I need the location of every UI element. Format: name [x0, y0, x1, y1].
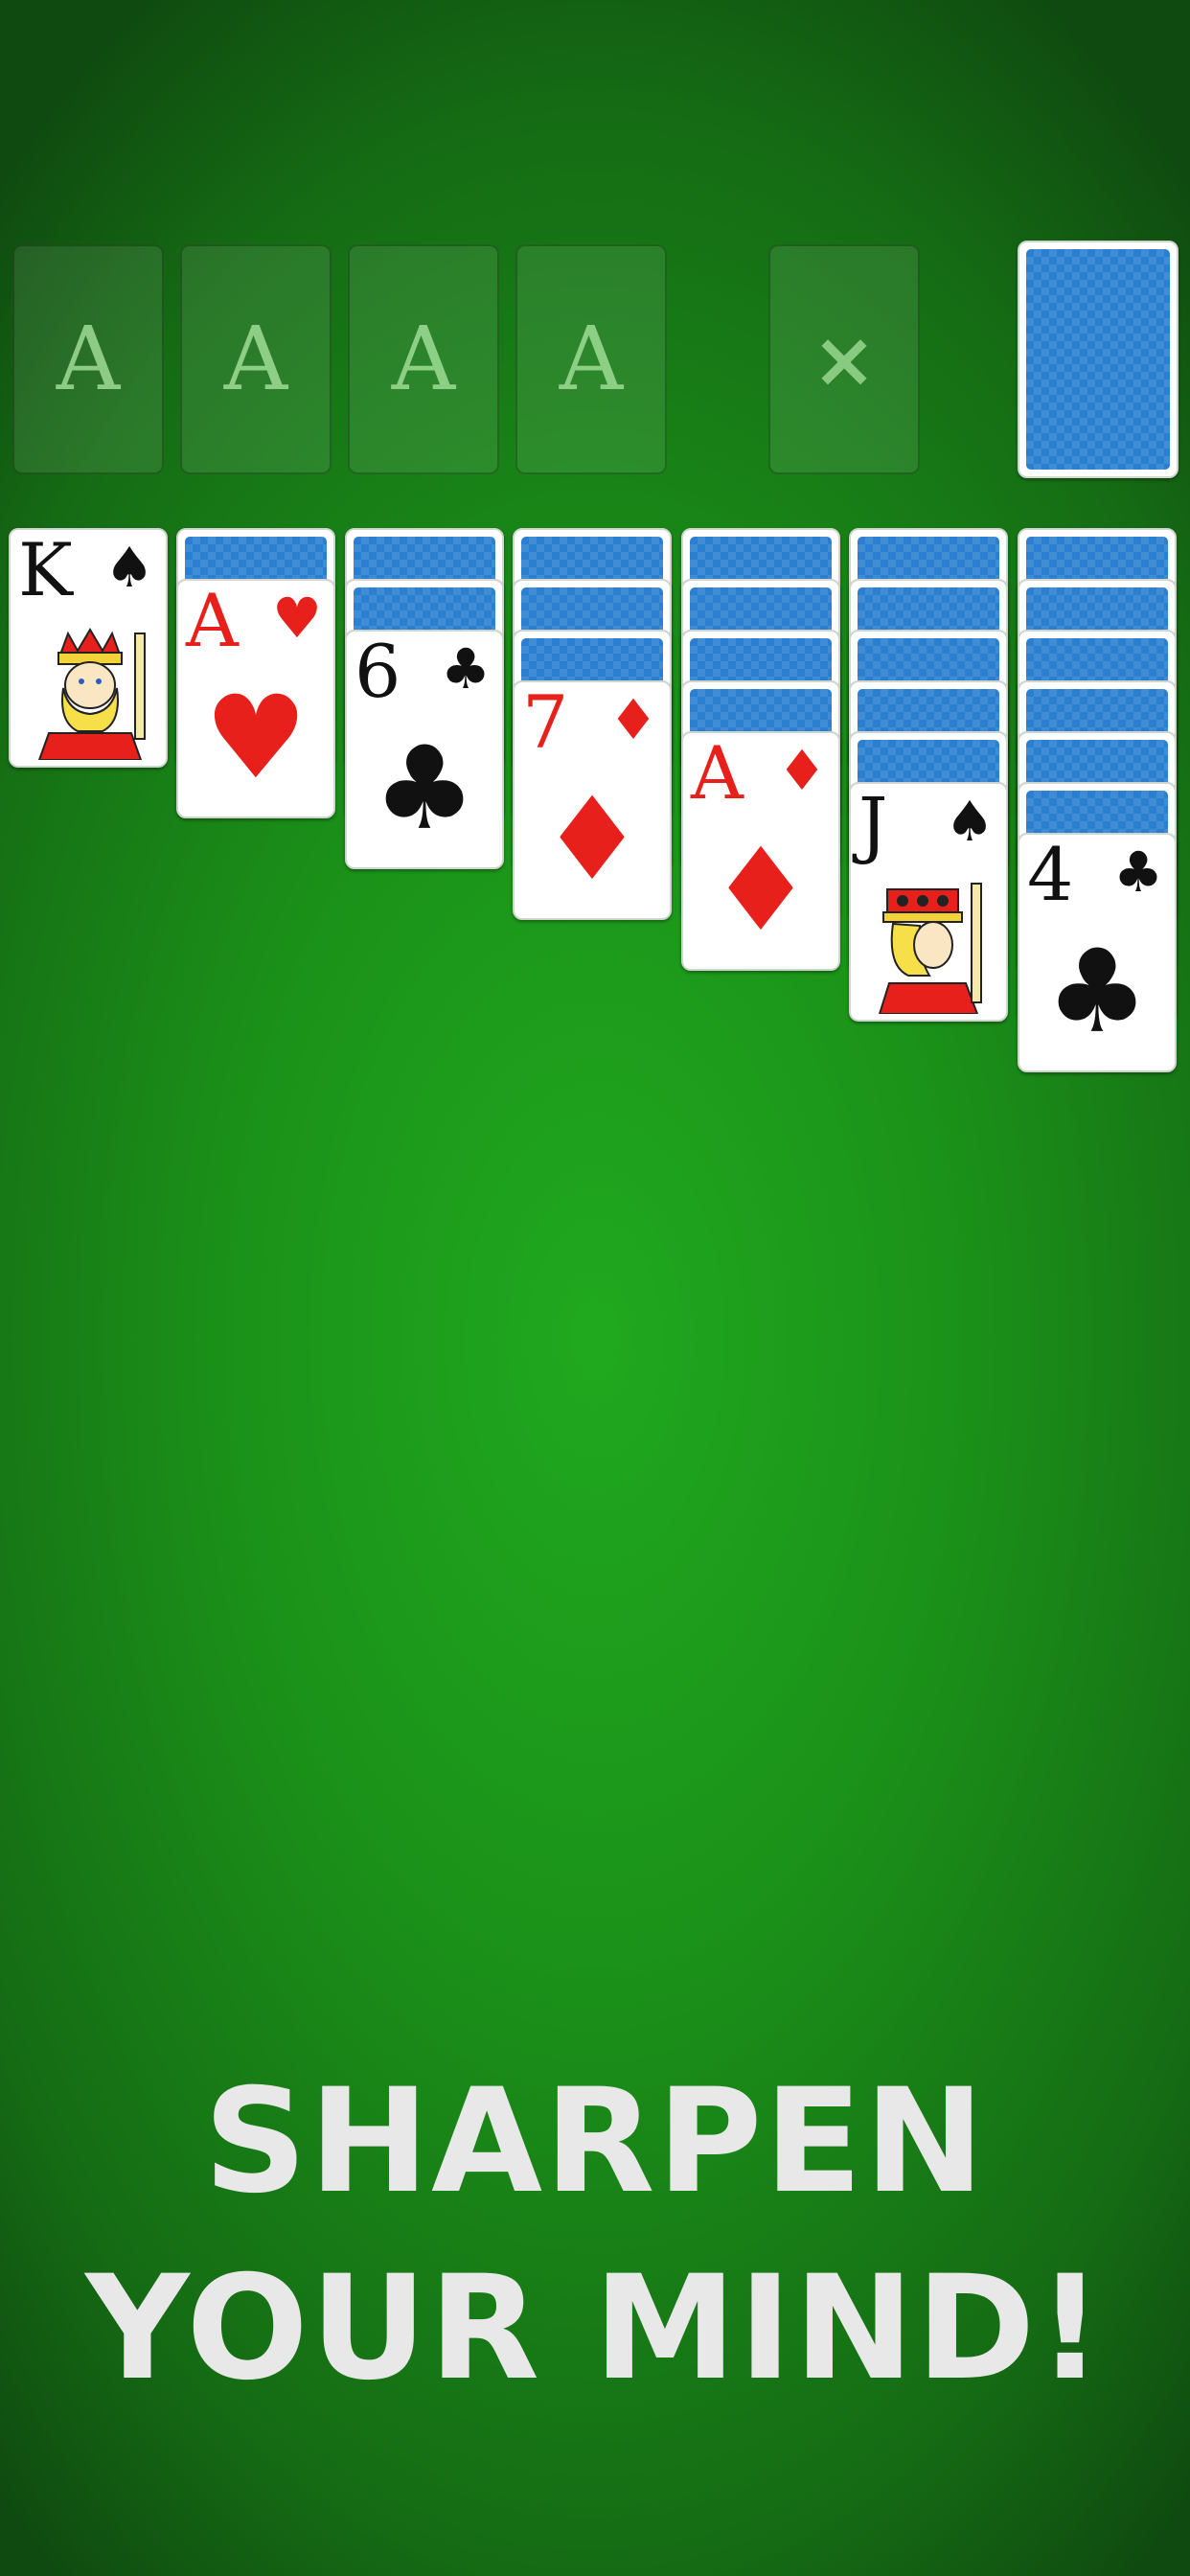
card-suit-icon: ♠ [945, 789, 995, 854]
card-suit-icon: ♣ [441, 636, 491, 702]
tableau-card-4-♣[interactable]: 4 ♣ ♣ [1018, 833, 1177, 1072]
card-suit-icon: ♦ [608, 687, 658, 752]
card-rank: 4 [1027, 833, 1074, 917]
foundation-placeholder-label: A [559, 308, 624, 410]
tableau-card-A-♥[interactable]: A ♥ ♥ [176, 579, 335, 818]
king-portrait-icon [20, 626, 156, 761]
foundation-slot-2[interactable]: A [180, 244, 332, 474]
card-rank: 6 [355, 630, 401, 714]
card-center-suit-icon: ♦ [709, 824, 812, 957]
stock-pile[interactable] [1018, 241, 1179, 478]
foundation-slot-3[interactable]: A [348, 244, 499, 474]
card-suit-icon: ♠ [104, 535, 154, 600]
tableau-card-7-♦[interactable]: 7 ♦ ♦ [513, 680, 672, 920]
foundation-slot-4[interactable]: A [515, 244, 667, 474]
card-suit-icon: ♦ [777, 738, 827, 803]
card-suit-icon: ♥ [272, 586, 322, 651]
jack-portrait-icon [860, 880, 996, 1015]
card-rank: A [691, 731, 744, 816]
card-rank: J [858, 782, 888, 866]
card-back-pattern [1026, 249, 1170, 470]
card-rank: K [18, 528, 73, 612]
close-icon: × [812, 314, 877, 404]
tableau-card-J-♠[interactable]: J ♠ [849, 782, 1008, 1022]
foundation-placeholder-label: A [223, 308, 288, 410]
tableau-card-6-♣[interactable]: 6 ♣ ♣ [345, 630, 504, 869]
tableau-card-A-♦[interactable]: A ♦ ♦ [681, 731, 840, 971]
foundation-placeholder-label: A [56, 308, 121, 410]
card-center-suit-icon: ♥ [204, 672, 308, 805]
card-rank: 7 [522, 680, 569, 765]
card-center-suit-icon: ♣ [373, 723, 476, 856]
tableau-card-K-♠[interactable]: K ♠ [9, 528, 168, 768]
card-center-suit-icon: ♦ [540, 773, 644, 907]
card-center-suit-icon: ♣ [1045, 926, 1149, 1059]
card-rank: A [186, 579, 239, 663]
foundation-slot-1[interactable]: A [12, 244, 164, 474]
waste-slot[interactable]: × [768, 244, 920, 474]
slogan-line-1: SHARPEN [203, 2058, 987, 2225]
foundation-placeholder-label: A [391, 308, 456, 410]
card-suit-icon: ♣ [1113, 840, 1163, 905]
slogan-line-2: YOUR MIND! [85, 2245, 1105, 2412]
